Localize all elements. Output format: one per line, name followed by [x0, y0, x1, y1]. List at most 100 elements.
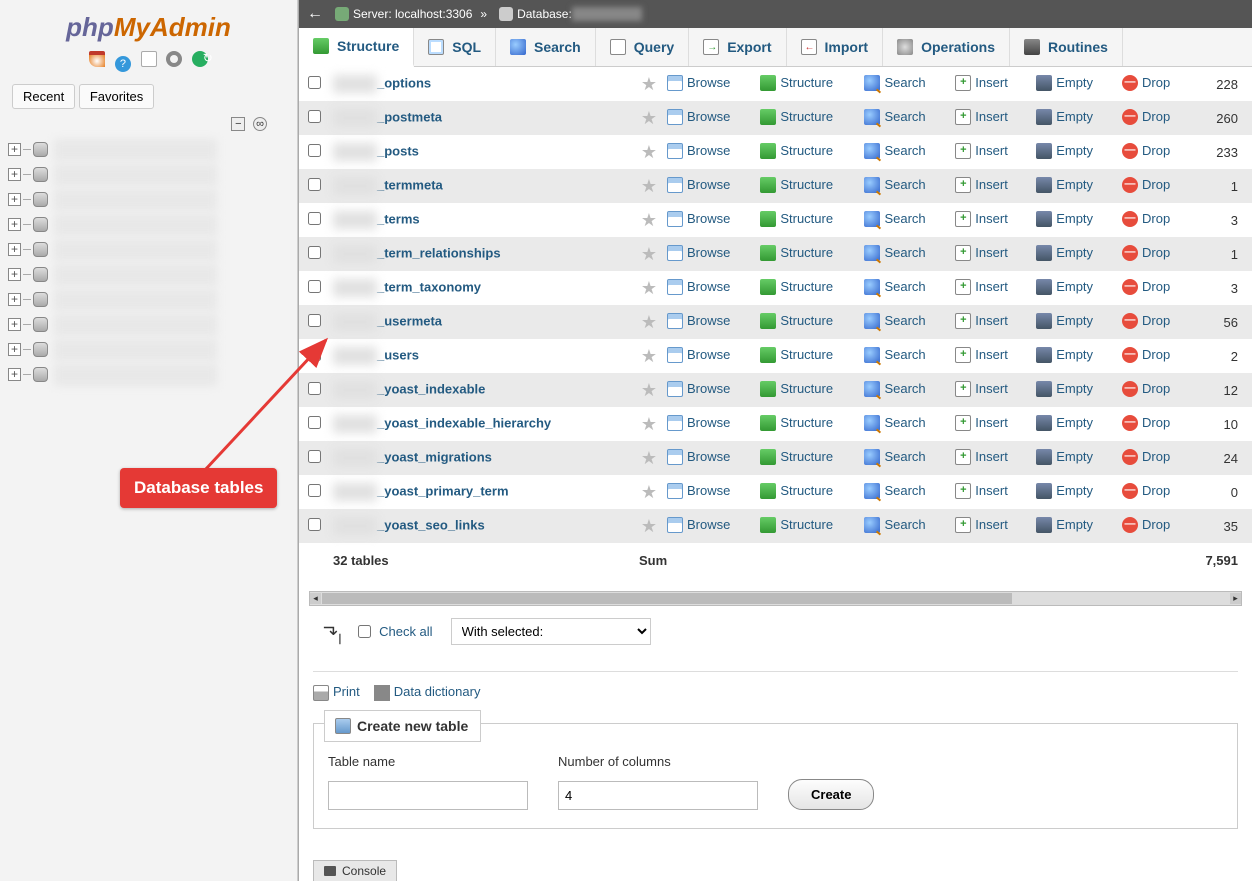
table-checkbox[interactable] [308, 110, 321, 123]
help-icon[interactable]: ? [115, 56, 131, 72]
table-checkbox[interactable] [308, 246, 321, 259]
breadcrumb-database[interactable]: Database: [517, 7, 572, 21]
table-checkbox[interactable] [308, 450, 321, 463]
favorite-star-icon[interactable]: ★ [635, 237, 663, 271]
insert-link[interactable]: Insert [955, 245, 1008, 261]
browse-link[interactable]: Browse [667, 143, 730, 159]
search-link[interactable]: Search [864, 449, 925, 465]
drop-link[interactable]: Drop [1122, 143, 1170, 159]
table-checkbox[interactable] [308, 76, 321, 89]
home-icon[interactable] [89, 51, 105, 67]
table-name-link[interactable]: _usermeta [377, 313, 442, 328]
drop-link[interactable]: Drop [1122, 245, 1170, 261]
empty-link[interactable]: Empty [1036, 75, 1093, 91]
browse-link[interactable]: Browse [667, 517, 730, 533]
expand-icon[interactable]: + [8, 268, 21, 281]
table-checkbox[interactable] [308, 178, 321, 191]
search-link[interactable]: Search [864, 415, 925, 431]
insert-link[interactable]: Insert [955, 211, 1008, 227]
tree-database-item[interactable]: + [8, 287, 297, 312]
insert-link[interactable]: Insert [955, 109, 1008, 125]
table-name-link[interactable]: _posts [377, 143, 419, 158]
favorite-star-icon[interactable]: ★ [635, 67, 663, 101]
drop-link[interactable]: Drop [1122, 449, 1170, 465]
tree-database-item[interactable]: + [8, 362, 297, 387]
drop-link[interactable]: Drop [1122, 517, 1170, 533]
table-name-link[interactable]: _term_relationships [377, 245, 501, 260]
recent-button[interactable]: Recent [12, 84, 75, 109]
search-link[interactable]: Search [864, 211, 925, 227]
structure-link[interactable]: Structure [760, 313, 833, 329]
table-checkbox[interactable] [308, 484, 321, 497]
settings-icon[interactable] [166, 51, 182, 67]
favorite-star-icon[interactable]: ★ [635, 135, 663, 169]
favorite-star-icon[interactable]: ★ [635, 169, 663, 203]
insert-link[interactable]: Insert [955, 381, 1008, 397]
tree-database-item[interactable]: + [8, 212, 297, 237]
browse-link[interactable]: Browse [667, 381, 730, 397]
empty-link[interactable]: Empty [1036, 483, 1093, 499]
favorite-star-icon[interactable]: ★ [635, 101, 663, 135]
structure-link[interactable]: Structure [760, 143, 833, 159]
empty-link[interactable]: Empty [1036, 347, 1093, 363]
browse-link[interactable]: Browse [667, 415, 730, 431]
structure-link[interactable]: Structure [760, 449, 833, 465]
browse-link[interactable]: Browse [667, 211, 730, 227]
drop-link[interactable]: Drop [1122, 313, 1170, 329]
drop-link[interactable]: Drop [1122, 75, 1170, 91]
insert-link[interactable]: Insert [955, 143, 1008, 159]
tree-database-item[interactable]: + [8, 187, 297, 212]
create-button[interactable]: Create [788, 779, 874, 810]
tab-query[interactable]: Query [596, 28, 689, 66]
structure-link[interactable]: Structure [760, 109, 833, 125]
structure-link[interactable]: Structure [760, 279, 833, 295]
browse-link[interactable]: Browse [667, 109, 730, 125]
table-name-link[interactable]: _terms [377, 211, 420, 226]
tab-structure[interactable]: Structure [299, 28, 414, 67]
browse-link[interactable]: Browse [667, 347, 730, 363]
expand-icon[interactable]: + [8, 293, 21, 306]
table-checkbox[interactable] [308, 280, 321, 293]
favorite-star-icon[interactable]: ★ [635, 509, 663, 543]
drop-link[interactable]: Drop [1122, 177, 1170, 193]
search-link[interactable]: Search [864, 517, 925, 533]
table-name-link[interactable]: _postmeta [377, 109, 442, 124]
structure-link[interactable]: Structure [760, 347, 833, 363]
drop-link[interactable]: Drop [1122, 109, 1170, 125]
empty-link[interactable]: Empty [1036, 381, 1093, 397]
empty-link[interactable]: Empty [1036, 143, 1093, 159]
insert-link[interactable]: Insert [955, 279, 1008, 295]
drop-link[interactable]: Drop [1122, 483, 1170, 499]
empty-link[interactable]: Empty [1036, 279, 1093, 295]
search-link[interactable]: Search [864, 245, 925, 261]
num-columns-input[interactable] [558, 781, 758, 810]
tab-export[interactable]: Export [689, 28, 786, 66]
structure-link[interactable]: Structure [760, 483, 833, 499]
browse-link[interactable]: Browse [667, 279, 730, 295]
tree-database-item[interactable]: + [8, 312, 297, 337]
table-name-link[interactable]: _yoast_seo_links [377, 517, 485, 532]
search-link[interactable]: Search [864, 279, 925, 295]
favorite-star-icon[interactable]: ★ [635, 339, 663, 373]
table-name-input[interactable] [328, 781, 528, 810]
refresh-icon[interactable] [192, 51, 208, 67]
table-checkbox[interactable] [308, 382, 321, 395]
browse-link[interactable]: Browse [667, 177, 730, 193]
structure-link[interactable]: Structure [760, 211, 833, 227]
search-link[interactable]: Search [864, 177, 925, 193]
insert-link[interactable]: Insert [955, 449, 1008, 465]
tree-database-item[interactable]: + [8, 237, 297, 262]
search-link[interactable]: Search [864, 347, 925, 363]
table-checkbox[interactable] [308, 212, 321, 225]
favorite-star-icon[interactable]: ★ [635, 305, 663, 339]
insert-link[interactable]: Insert [955, 75, 1008, 91]
favorite-star-icon[interactable]: ★ [635, 475, 663, 509]
table-checkbox[interactable] [308, 144, 321, 157]
search-link[interactable]: Search [864, 313, 925, 329]
insert-link[interactable]: Insert [955, 313, 1008, 329]
table-name-link[interactable]: _term_taxonomy [377, 279, 481, 294]
insert-link[interactable]: Insert [955, 347, 1008, 363]
favorites-button[interactable]: Favorites [79, 84, 154, 109]
structure-link[interactable]: Structure [760, 177, 833, 193]
with-selected-dropdown[interactable]: With selected: [451, 618, 651, 645]
